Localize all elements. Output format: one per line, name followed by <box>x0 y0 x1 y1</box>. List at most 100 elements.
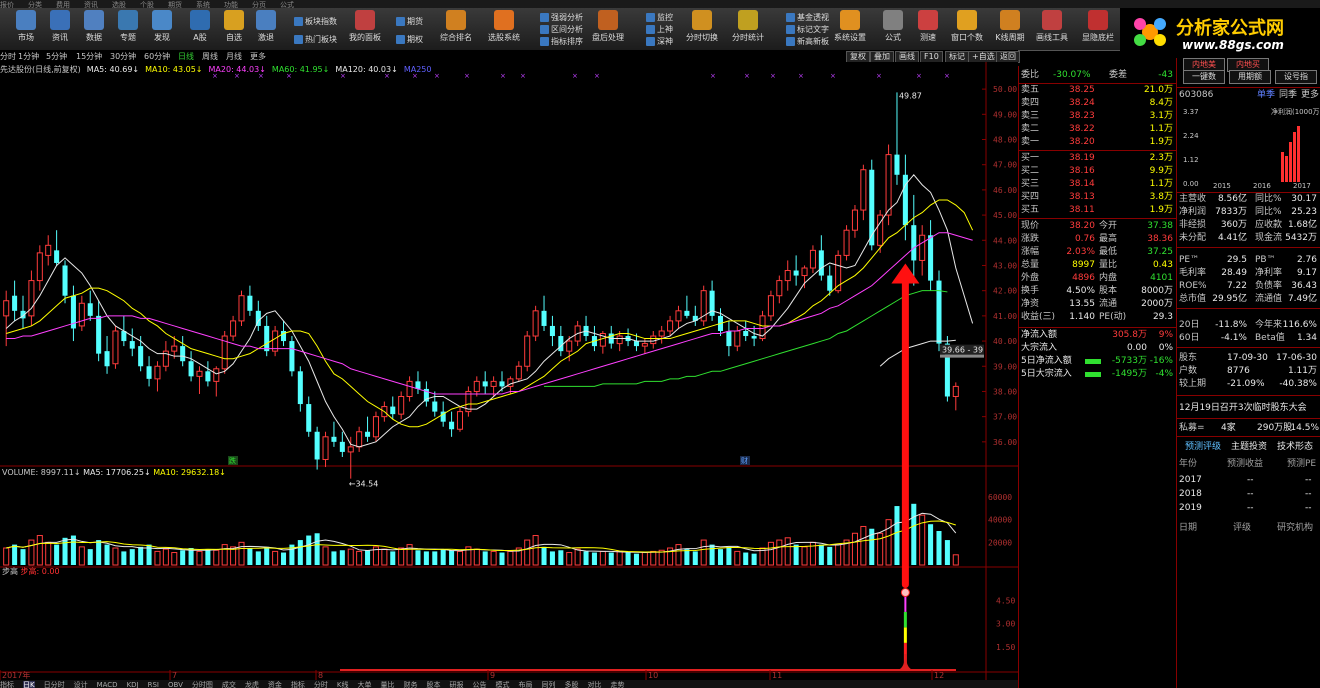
toolbar-small-button[interactable]: 标记文字 <box>786 24 829 35</box>
bottom-tab[interactable]: 对比 <box>587 681 601 688</box>
bottom-tab[interactable]: 布局 <box>518 681 532 688</box>
bottom-tab[interactable]: 日分时 <box>44 681 65 688</box>
toolbar-button[interactable]: 盘后处理 <box>590 10 626 48</box>
bottom-tab[interactable]: 股本 <box>426 681 440 688</box>
toolbar-small-button[interactable]: 指标排序 <box>540 36 583 47</box>
bottom-tab[interactable]: 研报 <box>449 681 463 688</box>
period-tab[interactable]: 15分钟 <box>76 51 102 62</box>
notice-link[interactable]: 12月19日召开3次临时股东大会 <box>1179 402 1320 415</box>
toolbar-button[interactable]: 自选 <box>216 10 252 48</box>
toolbar-small-button[interactable]: 热门板块 <box>294 34 337 45</box>
toolbar-button[interactable]: 我的面板 <box>347 10 383 48</box>
research-tab[interactable]: 预测评级 <box>1185 439 1221 452</box>
menu-item[interactable]: 费用 <box>56 1 70 8</box>
bottom-tab[interactable]: 财务 <box>403 681 417 688</box>
tab-yoy[interactable]: 同季 <box>1279 89 1297 102</box>
toolbar-button[interactable]: 显隐底栏 <box>1080 10 1116 48</box>
bid-price[interactable]: 38.16 <box>1069 165 1095 178</box>
menu-item[interactable]: 选股 <box>112 1 126 8</box>
menu-item[interactable]: 功能 <box>224 1 238 8</box>
period-tab[interactable]: 5分钟 <box>46 51 67 62</box>
period-tab[interactable]: 30分钟 <box>110 51 136 62</box>
tab-quarter[interactable]: 单季 <box>1257 89 1275 102</box>
toolbar-button[interactable]: A股 <box>182 10 218 48</box>
period-tab[interactable]: 周线 <box>202 51 218 62</box>
toolbar-small-button[interactable]: 深神 <box>646 36 673 47</box>
menu-item[interactable]: 资讯 <box>84 1 98 8</box>
event-marker[interactable]: 跌 <box>229 456 236 465</box>
toolbar-button[interactable]: 激退 <box>248 10 284 48</box>
toolbar-small-button[interactable]: 监控 <box>646 12 673 23</box>
bid-price[interactable]: 38.14 <box>1069 178 1095 191</box>
toolbar-button[interactable]: 分时切换 <box>684 10 720 48</box>
toolbar-small-button[interactable]: 新高新板 <box>786 36 829 47</box>
toolbar-button[interactable]: 发现 <box>144 10 180 48</box>
toolbar-button[interactable]: 专题 <box>110 10 146 48</box>
toolbar-button[interactable]: 窗口个数 <box>949 10 985 48</box>
period-tab[interactable]: 月线 <box>226 51 242 62</box>
toolbar-small-button[interactable]: 期权 <box>396 34 423 45</box>
bottom-tab[interactable]: 量比 <box>380 681 394 688</box>
bottom-tab[interactable]: K线 <box>337 681 349 688</box>
toolbar-small-button[interactable]: 上神 <box>646 24 673 35</box>
bottom-tab[interactable]: 龙虎 <box>245 681 259 688</box>
menu-item[interactable]: 分类 <box>28 1 42 8</box>
bottom-tab[interactable]: 分时 <box>314 681 328 688</box>
bottom-tab[interactable]: 模式 <box>495 681 509 688</box>
period-tab[interactable]: 分时 <box>0 51 16 62</box>
bid-price[interactable]: 38.19 <box>1069 152 1095 165</box>
ask-price[interactable]: 38.24 <box>1069 97 1095 110</box>
bottom-tab[interactable]: 成交 <box>222 681 236 688</box>
toolbar-button[interactable]: 系统设置 <box>832 10 868 48</box>
period-tab[interactable]: 日线 <box>178 51 194 62</box>
toolbar-button[interactable]: K线周期 <box>992 10 1028 48</box>
bottom-tab[interactable]: 日K <box>23 681 35 688</box>
f10-button[interactable]: 用期额 <box>1229 70 1271 84</box>
ask-price[interactable]: 38.22 <box>1069 123 1095 136</box>
f10-button[interactable]: 设号指 <box>1275 70 1317 84</box>
period-tab[interactable]: 60分钟 <box>144 51 170 62</box>
bottom-tab[interactable]: 大单 <box>357 681 371 688</box>
menu-item[interactable]: 个股 <box>140 1 154 8</box>
toolbar-small-button[interactable]: 板块指数 <box>294 16 337 27</box>
bottom-tab[interactable]: KDJ <box>127 681 139 688</box>
toolbar-button[interactable]: 公式 <box>875 10 911 48</box>
toolbar-button[interactable]: 市场 <box>8 10 44 48</box>
menu-item[interactable]: 分页 <box>252 1 266 8</box>
bid-price[interactable]: 38.13 <box>1069 191 1095 204</box>
ask-price[interactable]: 38.25 <box>1069 84 1095 97</box>
toolbar-small-button[interactable]: 区间分析 <box>540 24 583 35</box>
toolbar-button[interactable]: 数据 <box>76 10 112 48</box>
menu-item[interactable]: 期货 <box>168 1 182 8</box>
more-link[interactable]: 更多 <box>1301 89 1319 102</box>
bottom-tab[interactable]: 多股 <box>564 681 578 688</box>
toolbar-button[interactable]: 选股系统 <box>486 10 522 48</box>
bottom-tab[interactable]: RSI <box>148 681 159 688</box>
bottom-tab[interactable]: 公告 <box>472 681 486 688</box>
bid-price[interactable]: 38.11 <box>1069 204 1095 217</box>
bottom-tab[interactable]: 指标 <box>291 681 305 688</box>
bottom-tab[interactable]: 分时图 <box>192 681 213 688</box>
event-marker[interactable]: 财 <box>741 456 748 465</box>
menu-item[interactable]: 报价 <box>0 1 14 8</box>
research-tab[interactable]: 主题投资 <box>1231 439 1267 452</box>
ask-price[interactable]: 38.23 <box>1069 110 1095 123</box>
kline-chart[interactable]: 50.00 49.00 48.00 47.00 46.00 45.00 44.00 43.00… <box>0 62 1018 680</box>
menu-item[interactable]: 系统 <box>196 1 210 8</box>
ask-price[interactable]: 38.20 <box>1069 136 1095 149</box>
bottom-tab[interactable]: OBV <box>168 681 183 688</box>
bottom-tab[interactable]: 指标 <box>0 681 14 688</box>
bottom-tab[interactable]: 走势 <box>610 681 624 688</box>
bottom-tab[interactable]: 设计 <box>74 681 88 688</box>
bottom-tab[interactable]: MACD <box>97 681 118 688</box>
toolbar-button[interactable]: 画线工具 <box>1034 10 1070 48</box>
menu-item[interactable]: 公式 <box>280 1 294 8</box>
toolbar-button[interactable]: 综合排名 <box>438 10 474 48</box>
bottom-tab[interactable]: 资金 <box>268 681 282 688</box>
bottom-tab[interactable]: 同列 <box>541 681 555 688</box>
toolbar-small-button[interactable]: 期货 <box>396 16 423 27</box>
toolbar-small-button[interactable]: 基金透视 <box>786 12 829 23</box>
toolbar-button[interactable]: 资讯 <box>42 10 78 48</box>
toolbar-button[interactable]: 分时统计 <box>730 10 766 48</box>
research-tab[interactable]: 技术形态 <box>1277 439 1313 452</box>
